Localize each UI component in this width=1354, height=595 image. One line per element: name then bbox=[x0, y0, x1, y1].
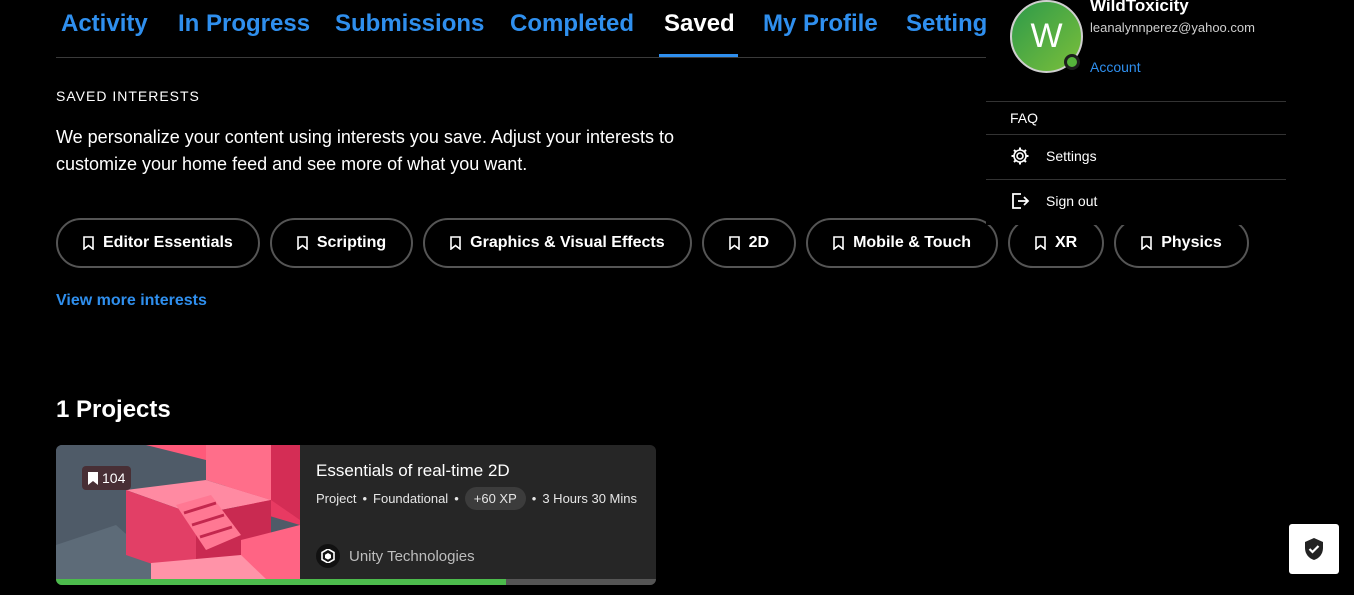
author-name: Unity Technologies bbox=[349, 547, 475, 565]
gear-icon bbox=[1011, 147, 1029, 165]
bookmark-icon bbox=[450, 236, 461, 250]
account-dropdown: W WildToxicity leanalynnperez@yahoo.com … bbox=[986, 0, 1286, 225]
menu-divider bbox=[986, 134, 1286, 135]
meta-separator: • bbox=[362, 491, 368, 506]
menu-item-faq[interactable]: FAQ bbox=[1010, 110, 1038, 126]
meta-separator: • bbox=[531, 491, 537, 506]
bookmark-icon bbox=[297, 236, 308, 250]
interest-chip-graphics-visual-effects[interactable]: Graphics & Visual Effects bbox=[423, 218, 692, 268]
online-status-indicator bbox=[1064, 54, 1080, 70]
menu-divider bbox=[986, 101, 1286, 102]
bookmark-icon bbox=[1141, 236, 1153, 250]
interest-chip-xr[interactable]: XR bbox=[1008, 218, 1105, 268]
project-level: Foundational bbox=[373, 491, 449, 506]
bookmark-icon bbox=[728, 236, 740, 250]
menu-item-settings[interactable]: Settings bbox=[1010, 146, 1097, 166]
interest-chip-label: Physics bbox=[1161, 234, 1222, 251]
saved-interests-heading: SAVED INTERESTS bbox=[56, 88, 200, 104]
meta-separator: • bbox=[454, 491, 459, 506]
project-progress-bar bbox=[56, 579, 656, 585]
project-thumbnail: 104 bbox=[56, 445, 300, 579]
tab-in-progress[interactable]: In Progress bbox=[178, 10, 310, 38]
tab-activity[interactable]: Activity bbox=[61, 10, 148, 38]
menu-item-sign-out[interactable]: Sign out bbox=[1010, 191, 1097, 211]
profile-tabs: Activity In Progress Submissions Complet… bbox=[56, 0, 986, 58]
interest-chip-label: 2D bbox=[748, 234, 770, 251]
username: WildToxicity bbox=[1090, 0, 1189, 15]
interest-chips: Editor Essentials Scripting Graphics & V… bbox=[56, 218, 1249, 268]
sign-out-icon bbox=[1012, 193, 1030, 209]
interest-chip-label: Graphics & Visual Effects bbox=[470, 234, 665, 251]
user-email: leanalynnperez@yahoo.com bbox=[1090, 20, 1255, 35]
project-type: Project bbox=[316, 491, 357, 506]
bookmark-icon bbox=[833, 236, 844, 250]
shield-check-icon bbox=[1305, 538, 1323, 560]
interest-chip-label: Mobile & Touch bbox=[853, 234, 971, 251]
active-tab-indicator bbox=[659, 54, 738, 57]
interest-chip-editor-essentials[interactable]: Editor Essentials bbox=[56, 218, 260, 268]
tab-my-profile[interactable]: My Profile bbox=[763, 10, 878, 38]
menu-item-label: Sign out bbox=[1046, 193, 1098, 209]
projects-heading: 1 Projects bbox=[56, 396, 171, 423]
interest-chip-scripting[interactable]: Scripting bbox=[269, 218, 414, 268]
interest-chip-mobile-touch[interactable]: Mobile & Touch bbox=[806, 218, 998, 268]
menu-divider bbox=[986, 179, 1286, 180]
privacy-shield-button[interactable] bbox=[1289, 524, 1339, 574]
interest-chip-label: Scripting bbox=[316, 234, 387, 251]
tab-settings[interactable]: Setting bbox=[906, 10, 986, 38]
project-duration: 3 Hours 30 Mins bbox=[542, 491, 637, 506]
interest-chip-label: XR bbox=[1055, 234, 1078, 251]
project-meta: Project • Foundational • +60 XP • 3 Hour… bbox=[316, 487, 637, 510]
xp-pill: +60 XP bbox=[464, 487, 526, 510]
interest-chip-label: Editor Essentials bbox=[103, 234, 233, 251]
save-count: 104 bbox=[102, 470, 126, 486]
menu-item-label: Settings bbox=[1046, 148, 1097, 164]
saved-interests-description: We personalize your content using intere… bbox=[56, 127, 674, 174]
interest-chip-physics[interactable]: Physics bbox=[1114, 218, 1249, 268]
project-card[interactable]: 104 Essentials of real-time 2D Project •… bbox=[56, 445, 656, 585]
bookmark-icon bbox=[1035, 236, 1046, 250]
project-author: Unity Technologies bbox=[316, 544, 475, 568]
tab-submissions[interactable]: Submissions bbox=[335, 10, 484, 38]
tab-saved[interactable]: Saved bbox=[664, 10, 735, 38]
project-progress-fill bbox=[56, 579, 506, 585]
save-count-badge: 104 bbox=[82, 466, 132, 490]
tab-completed[interactable]: Completed bbox=[510, 10, 634, 38]
menu-item-label: FAQ bbox=[1010, 110, 1039, 126]
view-more-interests-link[interactable]: View more interests bbox=[56, 292, 207, 310]
unity-logo-icon bbox=[316, 544, 340, 568]
project-title: Essentials of real-time 2D bbox=[316, 461, 510, 480]
bookmark-icon bbox=[83, 236, 94, 250]
account-link[interactable]: Account bbox=[1090, 59, 1141, 75]
bookmark-icon bbox=[88, 471, 98, 485]
interest-chip-2d[interactable]: 2D bbox=[701, 218, 797, 268]
